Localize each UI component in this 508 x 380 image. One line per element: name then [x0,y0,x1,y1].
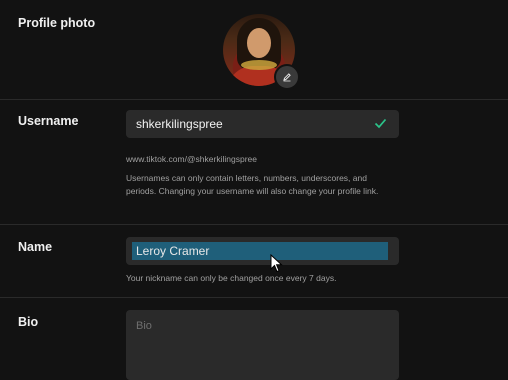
mouse-pointer-icon [270,254,283,273]
check-icon [374,118,387,129]
bio-label: Bio [18,315,39,329]
name-input[interactable]: Leroy Cramer [126,237,399,265]
name-help-text: Your nickname can only be changed once e… [126,273,337,283]
divider [0,297,508,298]
username-input[interactable]: shkerkilingspree [126,110,399,138]
divider [0,224,508,225]
profile-photo-label: Profile photo [18,16,96,30]
name-label: Name [18,240,53,254]
name-value: Leroy Cramer [132,242,388,260]
username-value: shkerkilingspree [136,117,223,131]
pencil-icon [283,73,291,82]
profile-photo[interactable] [223,14,300,90]
username-label: Username [18,114,79,128]
bio-placeholder: Bio [136,320,152,332]
username-help-text: Usernames can only contain letters, numb… [126,173,379,196]
edit-photo-button[interactable] [274,64,300,90]
bio-textarea[interactable]: Bio [126,310,399,380]
profile-link-url: www.tiktok.com/@shkerkilingspree [126,154,257,164]
divider [0,99,508,100]
